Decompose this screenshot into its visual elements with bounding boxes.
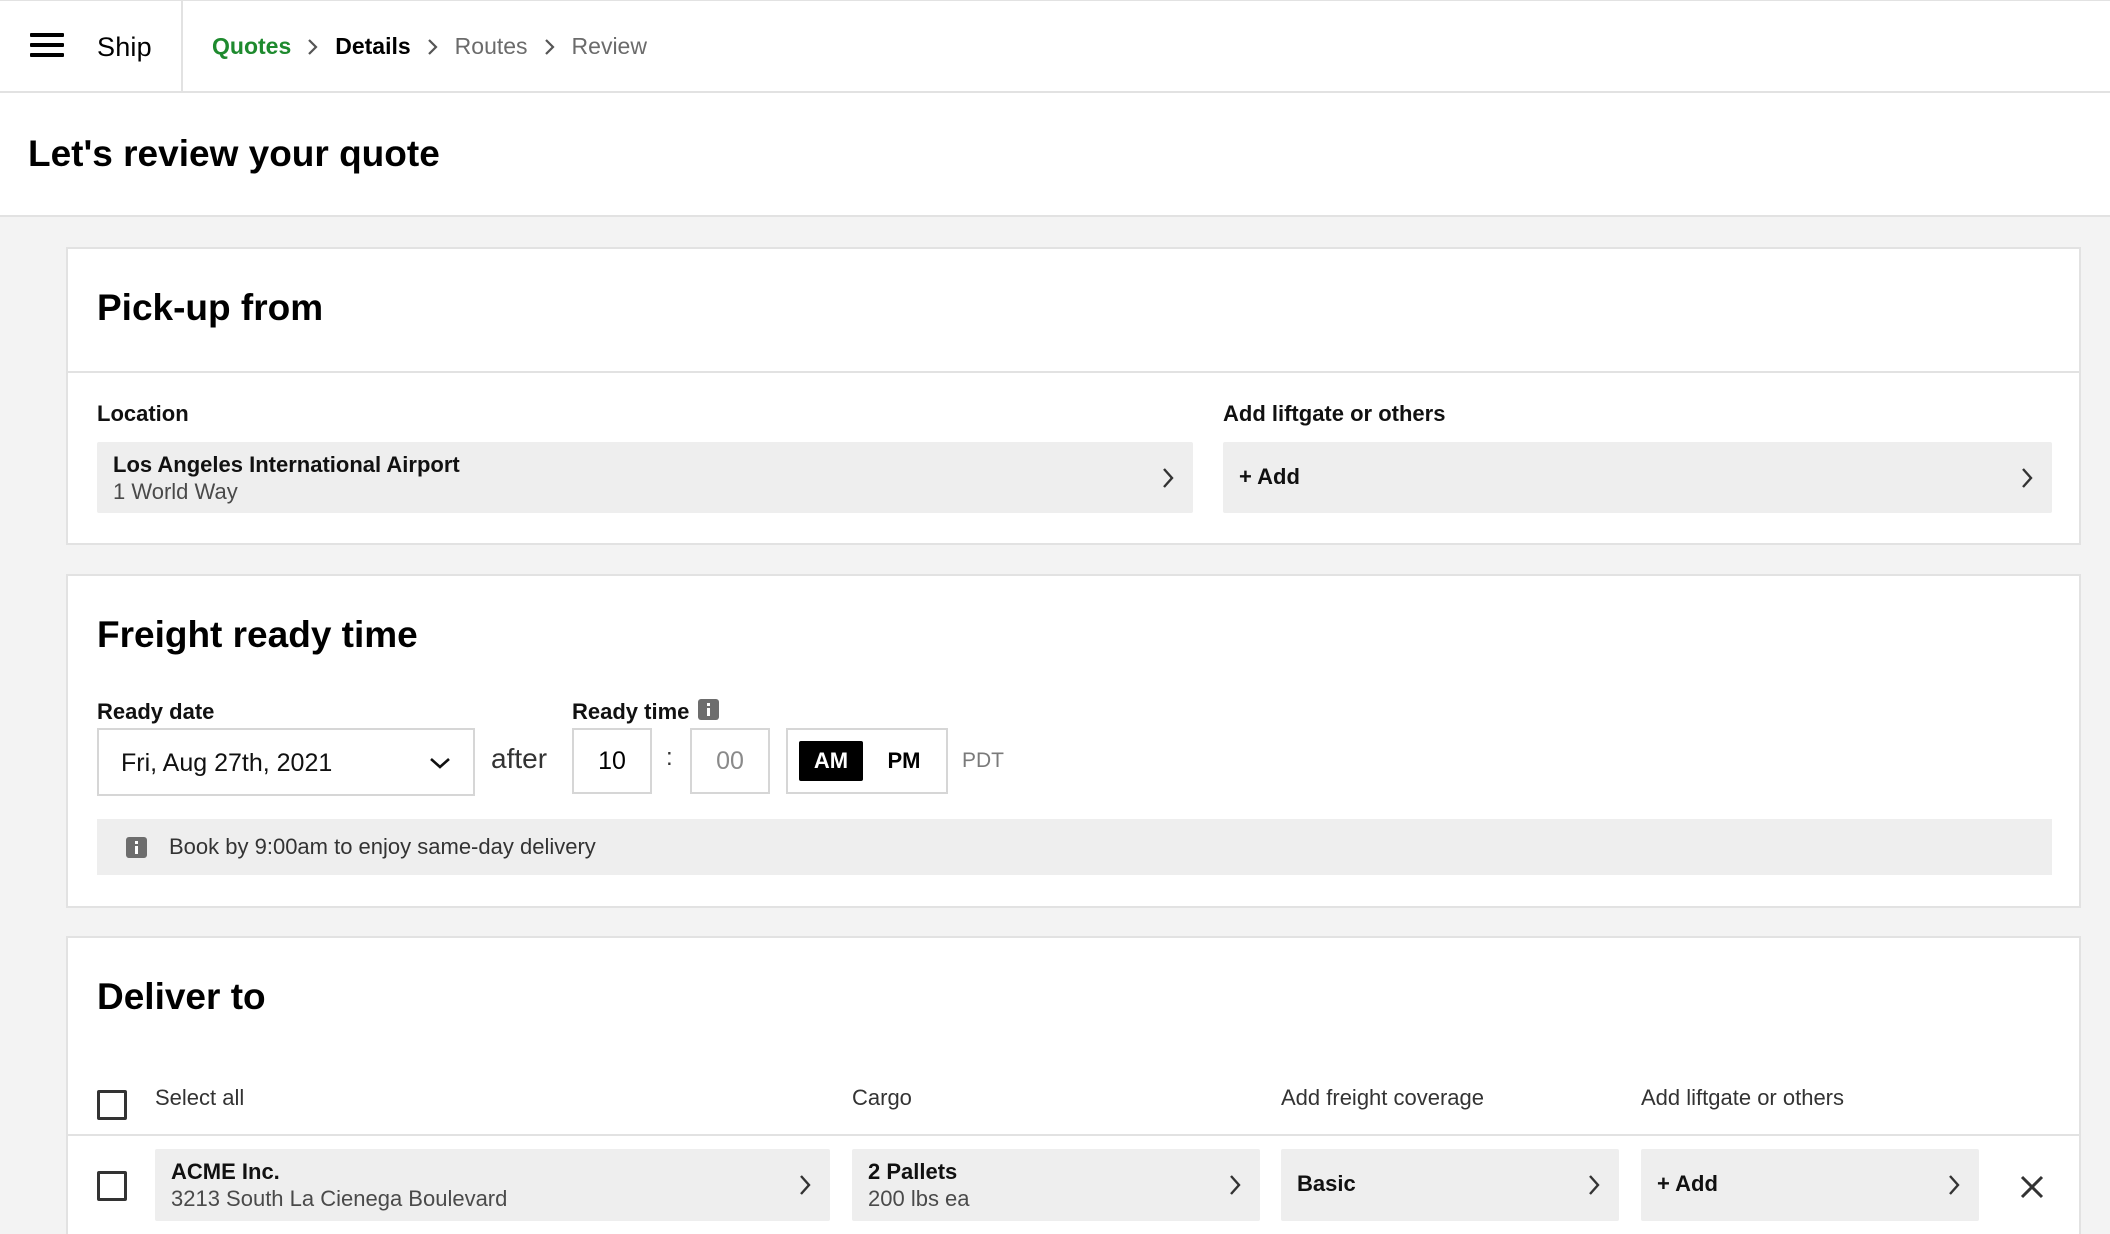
coverage-column-header: Add freight coverage — [1281, 1085, 1485, 1110]
notice-text: Book by 9:00am to enjoy same-day deliver… — [169, 834, 596, 859]
pickup-title: Pick-up from — [97, 287, 324, 328]
ready-title: Freight ready time — [97, 614, 418, 655]
chevron-right-icon — [528, 37, 572, 57]
ready-date-value: Fri, Aug 27th, 2021 — [121, 749, 333, 777]
location-label: Location — [97, 401, 189, 426]
delivery-extras-value: + Add — [1657, 1171, 1718, 1196]
recipient-name: ACME Inc. — [171, 1159, 280, 1184]
row-checkbox[interactable] — [97, 1171, 127, 1201]
minute-input[interactable]: 00 — [690, 728, 770, 794]
topbar-divider — [181, 1, 183, 94]
card-divider — [68, 371, 2079, 373]
info-icon — [126, 837, 147, 858]
hour-input[interactable]: 10 — [572, 728, 652, 794]
menu-icon[interactable] — [30, 33, 64, 61]
delivery-extras-select[interactable]: + Add — [1641, 1149, 1979, 1221]
deliver-card: Deliver to Select all Cargo Add freight … — [66, 936, 2081, 1234]
select-all-label: Select all — [155, 1085, 245, 1110]
cargo-primary: 2 Pallets — [868, 1159, 958, 1184]
location-name: Los Angeles International Airport — [113, 452, 460, 477]
recipient-select[interactable]: ACME Inc. 3213 South La Cienega Boulevar… — [155, 1149, 830, 1221]
breadcrumb-review[interactable]: Review — [572, 33, 647, 60]
pickup-extras-label: Add liftgate or others — [1223, 401, 1446, 426]
breadcrumb-details[interactable]: Details — [335, 33, 410, 60]
cargo-secondary: 200 lbs ea — [868, 1186, 970, 1211]
chevron-down-icon — [430, 758, 450, 769]
location-address: 1 World Way — [113, 479, 238, 504]
ready-date-label: Ready date — [97, 699, 215, 724]
chevron-right-icon — [800, 1175, 811, 1195]
chevron-right-icon — [1230, 1175, 1241, 1195]
chevron-right-icon — [1949, 1175, 1960, 1195]
recipient-address: 3213 South La Cienega Boulevard — [171, 1186, 508, 1211]
same-day-notice: Book by 9:00am to enjoy same-day deliver… — [97, 819, 2052, 875]
ready-time-label: Ready time — [572, 699, 690, 724]
pickup-extras-value: + Add — [1239, 464, 1300, 489]
coverage-value: Basic — [1297, 1171, 1356, 1196]
top-bar: Ship Quotes Details Routes Review — [0, 0, 2110, 94]
pickup-location-select[interactable]: Los Angeles International Airport 1 Worl… — [97, 442, 1193, 513]
select-all-checkbox[interactable] — [97, 1090, 127, 1120]
am-button[interactable]: AM — [799, 741, 863, 781]
cargo-select[interactable]: 2 Pallets 200 lbs ea — [852, 1149, 1260, 1221]
pm-button[interactable]: PM — [872, 741, 936, 781]
chevron-right-icon — [1589, 1175, 1600, 1195]
after-text: after — [491, 743, 548, 774]
extras-column-header: Add liftgate or others — [1641, 1085, 1845, 1110]
ready-date-select[interactable]: Fri, Aug 27th, 2021 — [97, 728, 475, 796]
ready-time-card: Freight ready time Ready date Fri, Aug 2… — [66, 574, 2081, 908]
close-icon[interactable] — [2019, 1174, 2045, 1200]
breadcrumb-quotes[interactable]: Quotes — [212, 33, 291, 60]
chevron-right-icon — [411, 37, 455, 57]
time-colon: : — [666, 744, 673, 771]
deliver-title: Deliver to — [97, 976, 266, 1017]
chevron-right-icon — [291, 37, 335, 57]
page-title: Let's review your quote — [28, 133, 440, 174]
cargo-column-header: Cargo — [852, 1085, 912, 1110]
page-header: Let's review your quote — [0, 93, 2110, 217]
chevron-right-icon — [1163, 468, 1174, 488]
pickup-extras-select[interactable]: + Add — [1223, 442, 2052, 513]
pickup-card: Pick-up from Location Los Angeles Intern… — [66, 247, 2081, 545]
breadcrumb: Quotes Details Routes Review — [212, 33, 647, 60]
timezone-label: PDT — [962, 749, 1004, 772]
am-pm-toggle: AM PM — [786, 728, 948, 794]
row-divider — [68, 1134, 2079, 1136]
breadcrumb-routes[interactable]: Routes — [455, 33, 528, 60]
chevron-right-icon — [2022, 468, 2033, 488]
coverage-select[interactable]: Basic — [1281, 1149, 1619, 1221]
info-icon[interactable] — [698, 699, 719, 720]
app-name: Ship — [97, 32, 152, 62]
